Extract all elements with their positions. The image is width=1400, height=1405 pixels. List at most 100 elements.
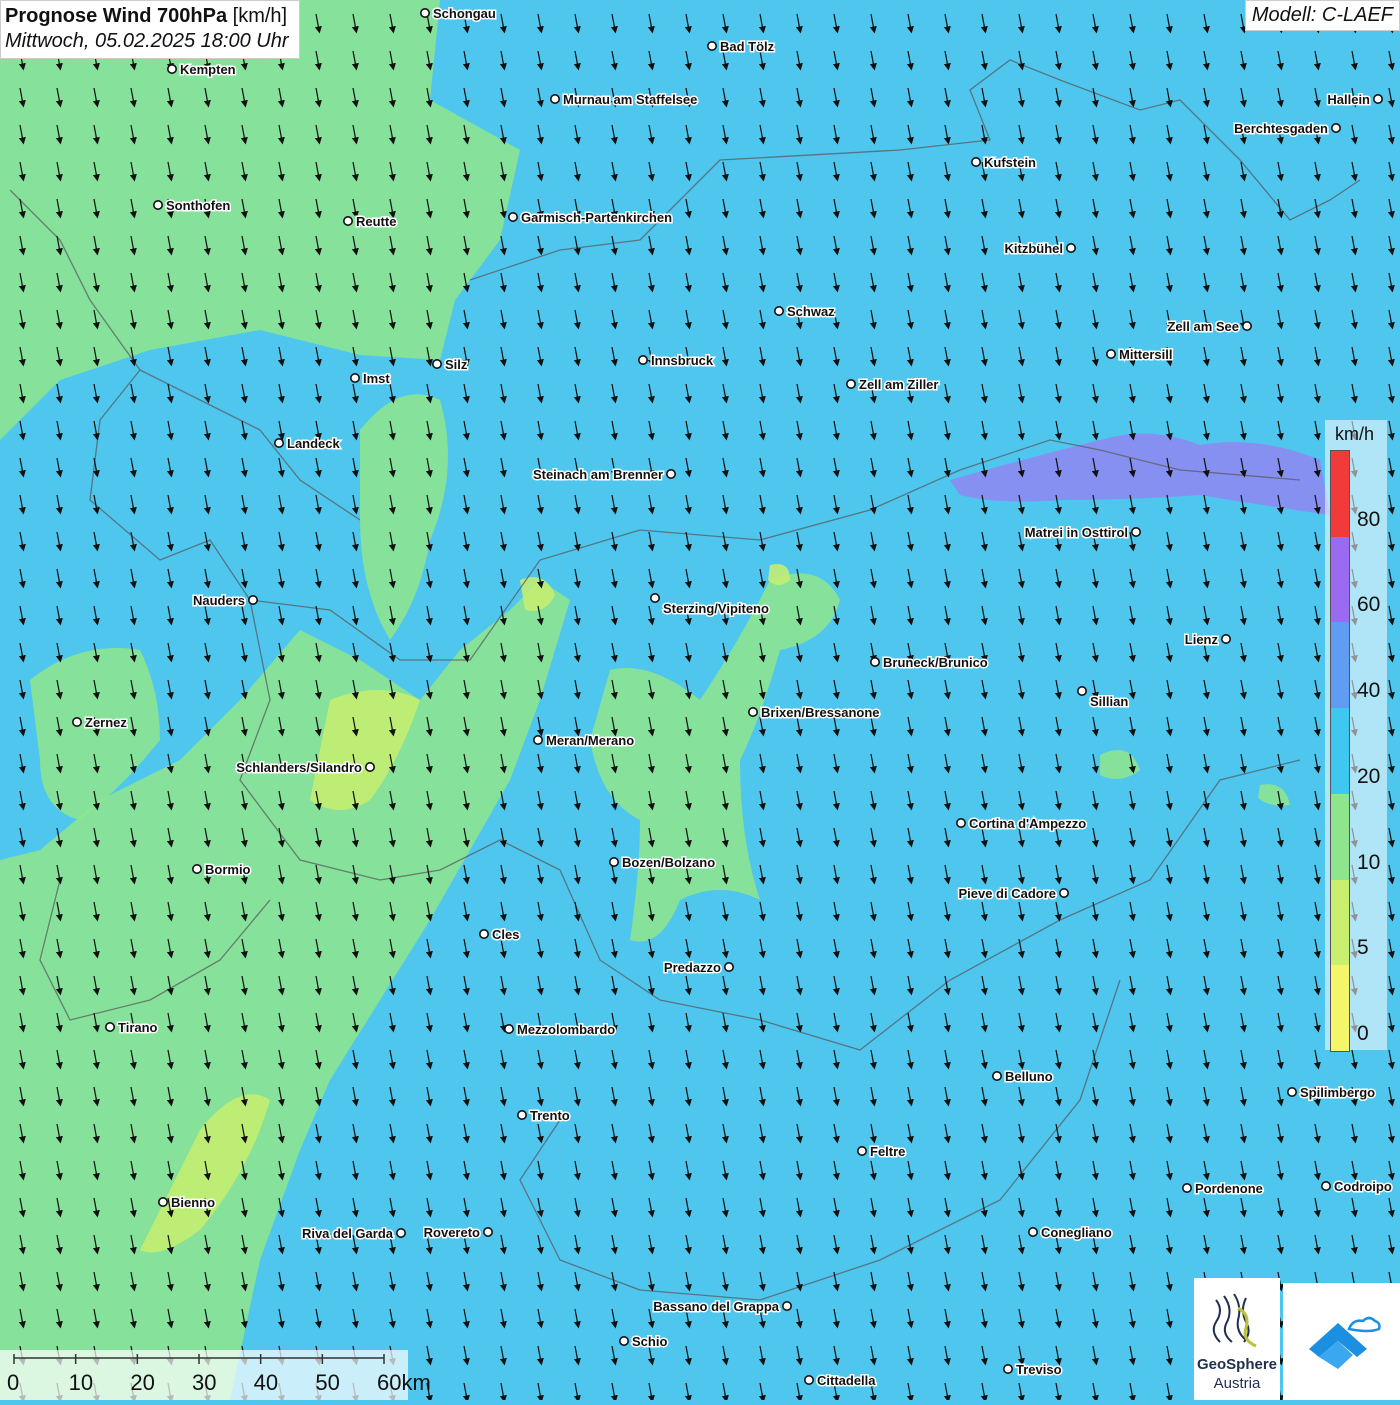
city-dot	[970, 157, 981, 168]
city-marker: Brixen/Bressanone	[747, 704, 881, 722]
city-marker: Meran/Merano	[532, 732, 636, 750]
city-label: Silz	[445, 357, 468, 372]
city-label: Murnau am Staffelsee	[563, 92, 697, 107]
scale-label: 10	[68, 1370, 94, 1395]
legend-unit: km/h	[1335, 424, 1375, 444]
city-dot	[856, 1146, 867, 1157]
city-label: Zell am Ziller	[859, 377, 938, 392]
city-label: Mittersill	[1119, 347, 1172, 362]
scale-label: 20	[130, 1370, 155, 1395]
city-label: Schwaz	[787, 304, 835, 319]
city-dot	[618, 1336, 629, 1347]
city-dot	[1373, 94, 1384, 105]
city-marker: Zell am Ziller	[845, 376, 940, 394]
city-dot	[955, 817, 966, 828]
city-dot	[781, 1301, 792, 1312]
city-dot	[158, 1197, 169, 1208]
legend-swatch	[1331, 708, 1349, 794]
city-marker: Cortina d'Ampezzo	[955, 815, 1088, 833]
city-dot	[273, 437, 284, 448]
city-dot	[395, 1228, 406, 1239]
city-dot	[649, 592, 660, 603]
legend-label: 20	[1357, 764, 1381, 788]
legend-label: 0	[1357, 1022, 1369, 1045]
legend-label: 80	[1357, 507, 1381, 531]
city-dot	[431, 358, 442, 369]
city-label: Imst	[363, 371, 390, 386]
cloud-logo	[1283, 1283, 1400, 1400]
city-label: Innsbruck	[651, 353, 714, 368]
city-label: Codroipo	[1334, 1179, 1392, 1194]
model-label: Modell: C-LAEF	[1244, 0, 1400, 31]
geosphere-name: GeoSphere	[1196, 1356, 1278, 1373]
city-dot	[803, 1375, 814, 1386]
city-label: Spilimbergo	[1300, 1085, 1375, 1100]
legend-swatch	[1331, 622, 1349, 709]
city-dot	[248, 594, 259, 605]
forecast-date: Mittwoch, 05.02.2025 18:00 Uhr	[5, 30, 289, 52]
city-label: Rovereto	[424, 1225, 480, 1240]
city-marker: Steinach am Brenner	[531, 466, 676, 484]
city-label: Cittadella	[817, 1373, 876, 1388]
wind-map: Schongau Bad Tölz Kempten Murnau am Staffel…	[0, 0, 1400, 1400]
city-marker: Garmisch-Partenkirchen	[507, 209, 674, 227]
city-marker: Bruneck/Brunico	[869, 654, 989, 672]
city-marker: Berchtesgaden	[1233, 120, 1342, 138]
geosphere-logo: GeoSphere Austria	[1194, 1278, 1280, 1400]
scale-label: 50	[315, 1370, 340, 1395]
city-marker: Innsbruck	[637, 352, 715, 370]
city-marker: Conegliano	[1028, 1224, 1113, 1242]
city-label: Kempten	[180, 62, 236, 77]
city-label: Bad Tölz	[720, 39, 775, 54]
city-dot	[364, 761, 375, 772]
city-label: Cles	[492, 927, 519, 942]
city-label: Schongau	[433, 6, 496, 21]
city-marker: Matrei in Osttirol	[1023, 524, 1142, 542]
city-dot	[1287, 1087, 1298, 1098]
city-marker: Pordenone	[1182, 1180, 1264, 1198]
city-dot	[1028, 1227, 1039, 1238]
city-label: Belluno	[1005, 1069, 1053, 1084]
map-title: Prognose Wind 700hPa [km/h]	[5, 5, 288, 27]
city-dot	[478, 928, 489, 939]
city-label: Pieve di Cadore	[958, 886, 1056, 901]
legend-swatch	[1331, 451, 1349, 537]
scale-label: 30	[192, 1370, 217, 1395]
city-dot	[167, 64, 178, 75]
city-label: Trento	[530, 1108, 570, 1123]
city-label: Treviso	[1016, 1362, 1062, 1377]
city-dot	[747, 706, 758, 717]
city-marker: Zell am See	[1166, 318, 1253, 336]
legend-label: 10	[1357, 850, 1381, 874]
legend-label: 60	[1357, 593, 1381, 617]
legend-label: 5	[1357, 936, 1369, 960]
legend-bar	[1330, 450, 1350, 1052]
city-label: Zell am See	[1167, 319, 1239, 334]
city-dot	[1242, 320, 1253, 331]
city-dot	[153, 200, 164, 211]
city-label: Brixen/Bressanone	[761, 705, 880, 720]
city-label: Bienno	[171, 1195, 215, 1210]
scale-label: 0	[7, 1370, 20, 1395]
city-marker: Riva del Garda	[300, 1225, 406, 1243]
city-dot	[507, 212, 518, 223]
city-label: Riva del Garda	[302, 1226, 394, 1241]
city-label: Schio	[632, 1334, 667, 1349]
city-label: Bozen/Bolzano	[622, 855, 715, 870]
city-marker: Spilimbergo	[1287, 1084, 1377, 1102]
city-label: Lienz	[1185, 632, 1219, 647]
city-label: Nauders	[193, 593, 245, 608]
city-dot	[1066, 243, 1077, 254]
city-dot	[349, 372, 360, 383]
city-dot	[723, 961, 734, 972]
city-label: Conegliano	[1041, 1225, 1112, 1240]
city-dot	[637, 354, 648, 365]
city-label: Berchtesgaden	[1234, 121, 1328, 136]
geosphere-sub: Austria	[1213, 1375, 1261, 1392]
city-dot	[532, 734, 543, 745]
city-label: Tirano	[118, 1020, 158, 1035]
city-label: Mezzolombardo	[517, 1022, 615, 1037]
city-label: Sillian	[1090, 694, 1128, 709]
city-marker: Sonthofen	[153, 197, 232, 215]
city-label: Sterzing/Vipiteno	[663, 601, 769, 616]
